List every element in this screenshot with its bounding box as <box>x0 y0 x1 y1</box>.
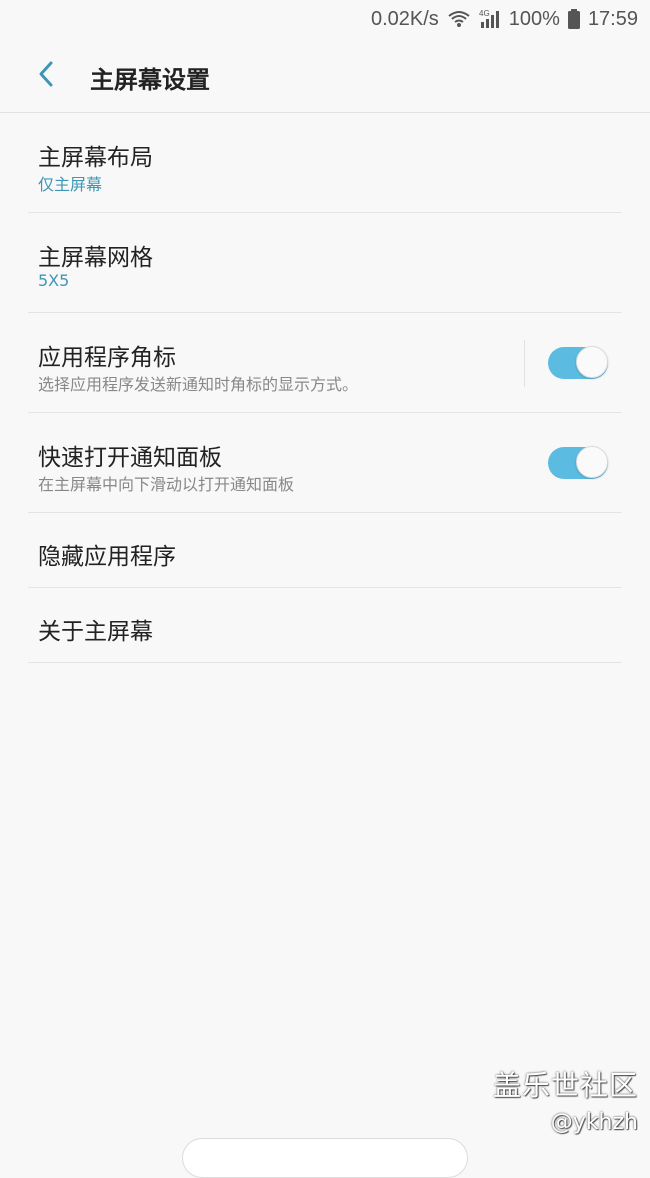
watermark: 盖乐世社区 @ykhzh <box>493 1064 638 1135</box>
clock: 17:59 <box>587 7 638 30</box>
setting-description: 选择应用程序发送新通知时角标的显示方式。 <box>38 375 359 394</box>
toggle-knob <box>576 346 608 378</box>
page-title: 主屏幕设置 <box>90 66 210 94</box>
watermark-handle: @ykhzh <box>550 1110 638 1135</box>
quick-open-notification-panel-toggle[interactable] <box>548 446 608 479</box>
status-bar: 0.02K/s 4G 100% 17:59 <box>0 0 650 38</box>
setting-title: 隐藏应用程序 <box>38 544 176 570</box>
setting-title: 应用程序角标 <box>38 345 176 371</box>
watermark-title: 盖乐世社区 <box>492 1069 638 1102</box>
network-type-label: 4G <box>479 9 490 18</box>
app-icon-badges-toggle[interactable] <box>548 346 608 379</box>
back-button[interactable] <box>26 56 66 96</box>
setting-title: 主屏幕布局 <box>38 145 153 171</box>
setting-quick-open-notification-panel[interactable]: 快速打开通知面板 在主屏幕中向下滑动以打开通知面板 <box>28 413 622 513</box>
cellular-signal-icon: 4G <box>479 8 501 30</box>
setting-title: 关于主屏幕 <box>38 619 153 645</box>
setting-app-icon-badges[interactable]: 应用程序角标 选择应用程序发送新通知时角标的显示方式。 <box>28 313 622 413</box>
network-speed: 0.02K/s <box>370 7 439 30</box>
wifi-icon <box>447 9 471 29</box>
setting-title: 快速打开通知面板 <box>38 445 222 471</box>
toggle-knob <box>576 446 608 478</box>
setting-home-screen-layout[interactable]: 主屏幕布局 仅主屏幕 <box>28 113 622 213</box>
navigation-home-pill[interactable] <box>182 1138 468 1178</box>
setting-description: 在主屏幕中向下滑动以打开通知面板 <box>38 475 295 494</box>
battery-percent: 100% <box>508 7 560 30</box>
setting-about-home-screen[interactable]: 关于主屏幕 <box>28 588 622 663</box>
settings-list: 主屏幕布局 仅主屏幕 主屏幕网格 5X5 应用程序角标 选择应用程序发送新通知时… <box>28 113 622 663</box>
setting-home-screen-grid[interactable]: 主屏幕网格 5X5 <box>28 213 622 313</box>
chevron-left-icon <box>36 60 56 92</box>
setting-value: 仅主屏幕 <box>38 175 103 194</box>
setting-value: 5X5 <box>38 271 70 290</box>
setting-hide-apps[interactable]: 隐藏应用程序 <box>28 513 622 588</box>
battery-icon <box>567 9 580 29</box>
app-bar: 主屏幕设置 <box>0 38 650 113</box>
vertical-divider <box>524 340 525 387</box>
setting-title: 主屏幕网格 <box>38 245 153 271</box>
